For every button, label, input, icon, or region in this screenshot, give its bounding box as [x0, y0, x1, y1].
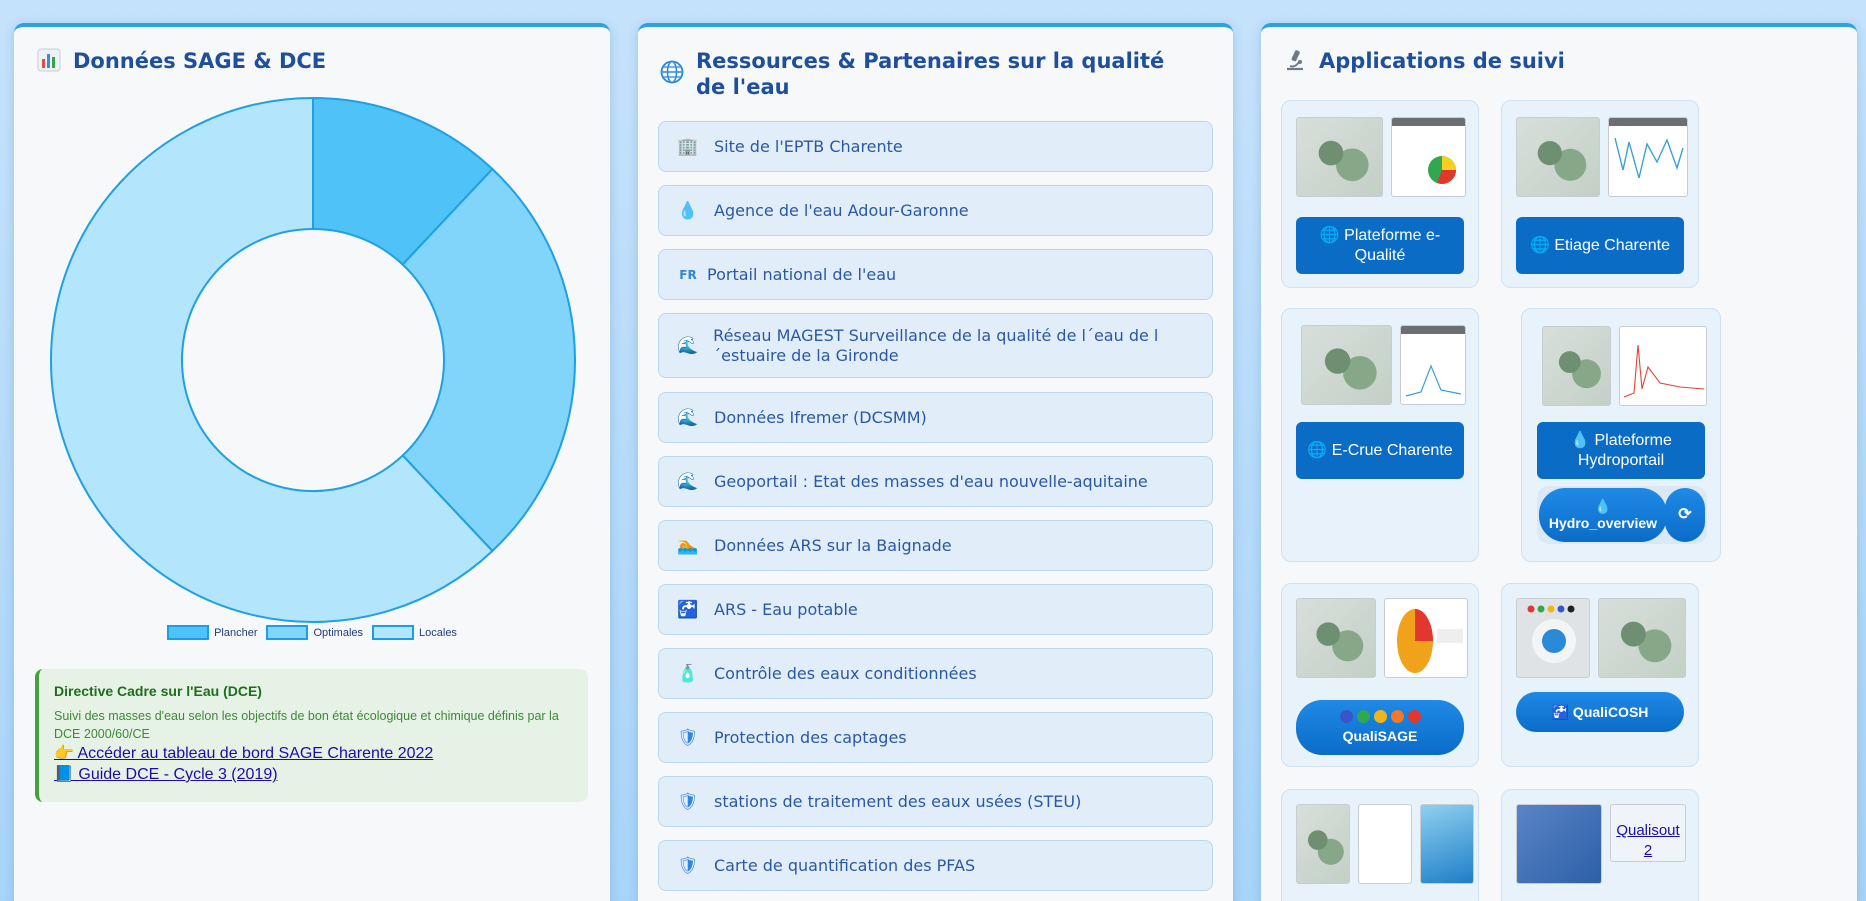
resource-icon: 🌊 [677, 407, 699, 428]
legend-item-locales[interactable]: Locales [372, 625, 457, 640]
resource-label: Site de l'EPTB Charente [714, 136, 903, 156]
legend-item-plancher[interactable]: Plancher [167, 625, 257, 640]
resource-label: Geoportail : Etat des masses d'eau nouve… [714, 471, 1148, 491]
dce-guide-link[interactable]: 📘 Guide DCE - Cycle 3 (2019) [54, 764, 574, 785]
colored-dots-icon [1339, 709, 1421, 723]
etiage-chart-thumbnail [1608, 117, 1688, 197]
resource-link-8[interactable]: 🚰 ARS - Eau potable [658, 584, 1213, 635]
qualisout-map-thumbnail [1516, 804, 1602, 884]
resource-icon: 🌊 [677, 335, 699, 356]
hydroportail-chart-thumbnail [1619, 326, 1707, 406]
dce-info-box: Directive Cadre sur l'Eau (DCE) Suivi de… [35, 669, 588, 802]
resource-icon: FR [679, 267, 697, 282]
etiage-map-thumbnail [1516, 117, 1600, 197]
legend-item-optimales[interactable]: Optimales [266, 625, 363, 640]
qualicosh-icon-thumbnail [1516, 598, 1590, 678]
resource-label: Données ARS sur la Baignade [714, 535, 952, 555]
qualisage-button[interactable]: QualiSAGE [1296, 700, 1464, 755]
hydroportail-map-thumbnail [1542, 326, 1611, 406]
qualisage-map-thumbnail [1296, 598, 1376, 678]
resource-icon: 🌊 [677, 471, 699, 492]
resource-link-11[interactable]: 🛡 stations de traitement des eaux usées (… [658, 776, 1213, 827]
sage-dashboard-link[interactable]: 👉 Accéder au tableau de bord SAGE Charen… [54, 743, 574, 764]
resource-label: Carte de quantification des PFAS [714, 855, 976, 875]
panel-title-sage: Données SAGE & DCE [37, 48, 326, 79]
equalite-map-thumbnail [1296, 117, 1383, 197]
app-card-series [1281, 789, 1479, 901]
resource-label: Agence de l'eau Adour-Garonne [714, 200, 969, 220]
legend-swatch [266, 625, 309, 640]
ecrue-map-thumbnail [1301, 325, 1392, 405]
resource-link-1[interactable]: 🏢 Site de l'EPTB Charente [658, 121, 1213, 172]
legend-label: Optimales [313, 626, 364, 639]
resource-icon: 💧 [677, 200, 699, 221]
panel-title-resources: Ressources & Partenaires sur la qualité … [660, 48, 1200, 100]
app-card-qualisage: QualiSAGE [1281, 583, 1479, 767]
app-card-hydroportail: 💧 Plateforme Hydroportail 💧 Hydro_overvi… [1521, 308, 1721, 562]
resource-link-9[interactable]: 🧴 Contrôle des eaux conditionnées [658, 648, 1213, 699]
river-thumbnail [1420, 804, 1474, 884]
resource-link-4[interactable]: 🌊 Réseau MAGEST Surveillance de la qualit… [658, 313, 1213, 378]
dce-description: Suivi des masses d'eau selon les objecti… [54, 709, 559, 741]
bar-chart-icon [37, 48, 61, 79]
legend-label: Plancher [214, 626, 258, 639]
hydro-overview-label: Hydro_overview [1548, 515, 1658, 531]
resource-link-10[interactable]: 🛡 Protection des captages [658, 712, 1213, 763]
app-card-qualicosh: 🚰 QualiCOSH [1501, 583, 1699, 767]
equalite-button[interactable]: 🌐 Plateforme e-Qualité [1296, 217, 1464, 274]
resource-link-6[interactable]: 🌊 Geoportail : Etat des masses d'eau nouv… [658, 456, 1213, 507]
globe-icon [660, 60, 684, 91]
apps-panel: Applications de suivi 🌐 Plateforme e-Qua… [1261, 23, 1857, 901]
hydroportail-button[interactable]: 💧 Plateforme Hydroportail [1537, 422, 1705, 479]
qualicosh-button[interactable]: 🚰 QualiCOSH [1516, 692, 1684, 732]
resource-label: Données Ifremer (DCSMM) [714, 407, 927, 427]
resource-label: Réseau MAGEST Surveillance de la qualité… [713, 325, 1159, 365]
app-card-ecrue: 🌐 E-Crue Charente [1281, 308, 1479, 562]
qualicosh-map-thumbnail [1598, 598, 1686, 678]
hydro-overview-group: 💧 Hydro_overview ⟳ [1537, 486, 1707, 544]
resource-label: stations de traitement des eaux usées (S… [714, 791, 1082, 811]
resource-label: Portail national de l'eau [707, 264, 897, 284]
series-chart-thumbnail [1358, 804, 1412, 884]
dce-heading: Directive Cadre sur l'Eau (DCE) [54, 683, 262, 699]
resource-label: Contrôle des eaux conditionnées [714, 663, 977, 683]
water-drop-icon: 💧 [1594, 498, 1612, 514]
app-card-qualisout: Qualisout 2 [1501, 789, 1699, 901]
microscope-icon [1283, 48, 1307, 79]
resource-icon: 🧴 [677, 663, 699, 684]
resources-panel: Ressources & Partenaires sur la qualité … [638, 23, 1233, 901]
sage-dce-panel: Données SAGE & DCE Plancher Optimales Loca… [14, 23, 610, 901]
qualisage-chart-thumbnail [1384, 598, 1468, 678]
ecrue-chart-thumbnail [1400, 325, 1466, 405]
resource-icon: 🛡 [677, 791, 699, 812]
series-map-thumbnail [1296, 804, 1350, 884]
resource-link-12[interactable]: 🛡 Carte de quantification des PFAS [658, 840, 1213, 891]
resource-icon: 🛡 [677, 727, 699, 748]
legend-swatch [372, 625, 415, 640]
resource-icon: 🏢 [677, 136, 699, 157]
etiage-button[interactable]: 🌐 Etiage Charente [1516, 217, 1684, 274]
resource-link-3[interactable]: FR Portail national de l'eau [658, 249, 1213, 300]
resource-label: ARS - Eau potable [714, 599, 858, 619]
resource-link-5[interactable]: 🌊 Données Ifremer (DCSMM) [658, 392, 1213, 443]
app-card-etiage: 🌐 Etiage Charente [1501, 100, 1699, 288]
hydro-overview-button[interactable]: 💧 Hydro_overview [1539, 488, 1667, 542]
donut-chart [50, 96, 576, 623]
legend-swatch [167, 625, 210, 640]
panel-title-apps: Applications de suivi [1283, 48, 1565, 79]
qualisage-label: QualiSAGE [1342, 727, 1418, 744]
resource-link-2[interactable]: 💧 Agence de l'eau Adour-Garonne [658, 185, 1213, 236]
app-card-equalite: 🌐 Plateforme e-Qualité [1281, 100, 1479, 288]
resource-icon: 🚰 [677, 599, 699, 620]
qualisout-image-link[interactable]: Qualisout 2 [1610, 804, 1686, 862]
legend-label: Locales [419, 626, 457, 639]
resource-link-7[interactable]: 🏊 Données ARS sur la Baignade [658, 520, 1213, 571]
refresh-button[interactable]: ⟳ [1665, 488, 1705, 542]
resource-icon: 🏊 [677, 535, 699, 556]
chart-legend: Plancher Optimales Locales [14, 625, 610, 640]
resource-icon: 🛡 [677, 855, 699, 876]
ecrue-button[interactable]: 🌐 E-Crue Charente [1296, 422, 1464, 479]
equalite-chart-thumbnail [1391, 117, 1466, 197]
resource-label: Protection des captages [714, 727, 907, 747]
